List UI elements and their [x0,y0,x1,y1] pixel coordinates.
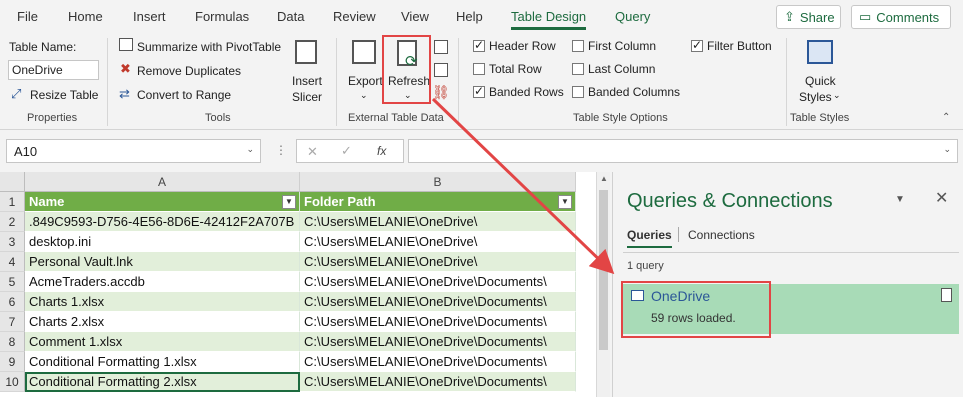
annotation-arrow [431,97,615,275]
